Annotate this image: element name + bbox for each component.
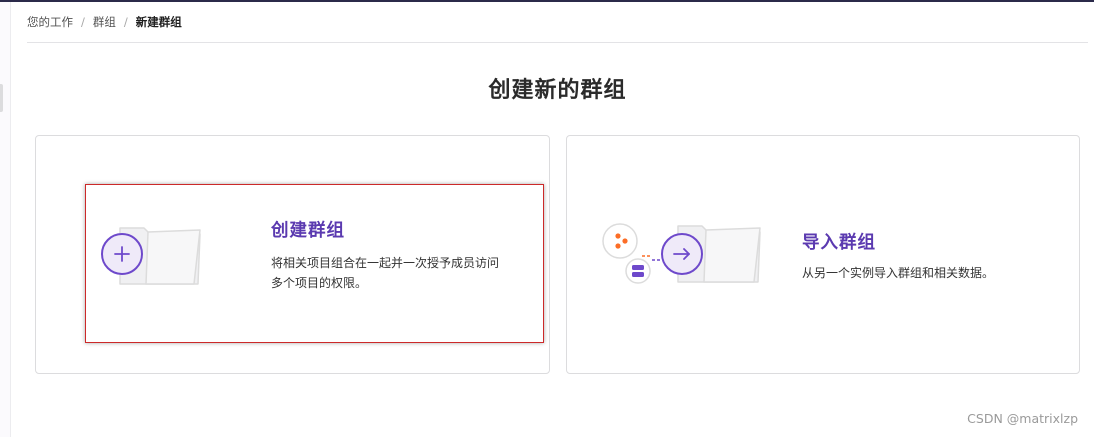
database-icon (625, 258, 651, 284)
breadcrumb-item-groups[interactable]: 群组 (93, 14, 116, 30)
import-group-description: 从另一个实例导入群组和相关数据。 (802, 266, 995, 280)
create-group-title[interactable]: 创建群组 (271, 217, 345, 242)
create-group-description-line: 将相关项目组合在一起并一次授予成员访问 (271, 256, 500, 270)
connector-dashes (642, 255, 660, 261)
breadcrumb-separator: / (81, 15, 85, 29)
header-divider (27, 42, 1088, 43)
watermark: CSDN @matrixlzp (967, 411, 1078, 426)
arrow-right-circle-icon (661, 233, 703, 275)
breadcrumb-item-your-work[interactable]: 您的工作 (27, 14, 73, 30)
import-group-title[interactable]: 导入群组 (802, 229, 876, 254)
top-navbar-strip (0, 0, 1094, 2)
create-group-description-line: 多个项目的权限。 (271, 276, 368, 290)
create-group-description: 将相关项目组合在一起并一次授予成员访问 多个项目的权限。 (271, 253, 541, 293)
breadcrumb-item-current: 新建群组 (135, 15, 182, 29)
import-group-illustration (602, 223, 761, 284)
page-title: 创建新的群组 (488, 78, 627, 103)
plus-circle-icon (101, 233, 143, 275)
breadcrumb: 您的工作 / 群组 / 新建群组 (27, 14, 182, 30)
breadcrumb-separator: / (123, 15, 128, 29)
create-group-illustration (101, 227, 201, 285)
left-sidebar-rail[interactable] (0, 2, 11, 437)
source-instance-icon (602, 223, 638, 259)
